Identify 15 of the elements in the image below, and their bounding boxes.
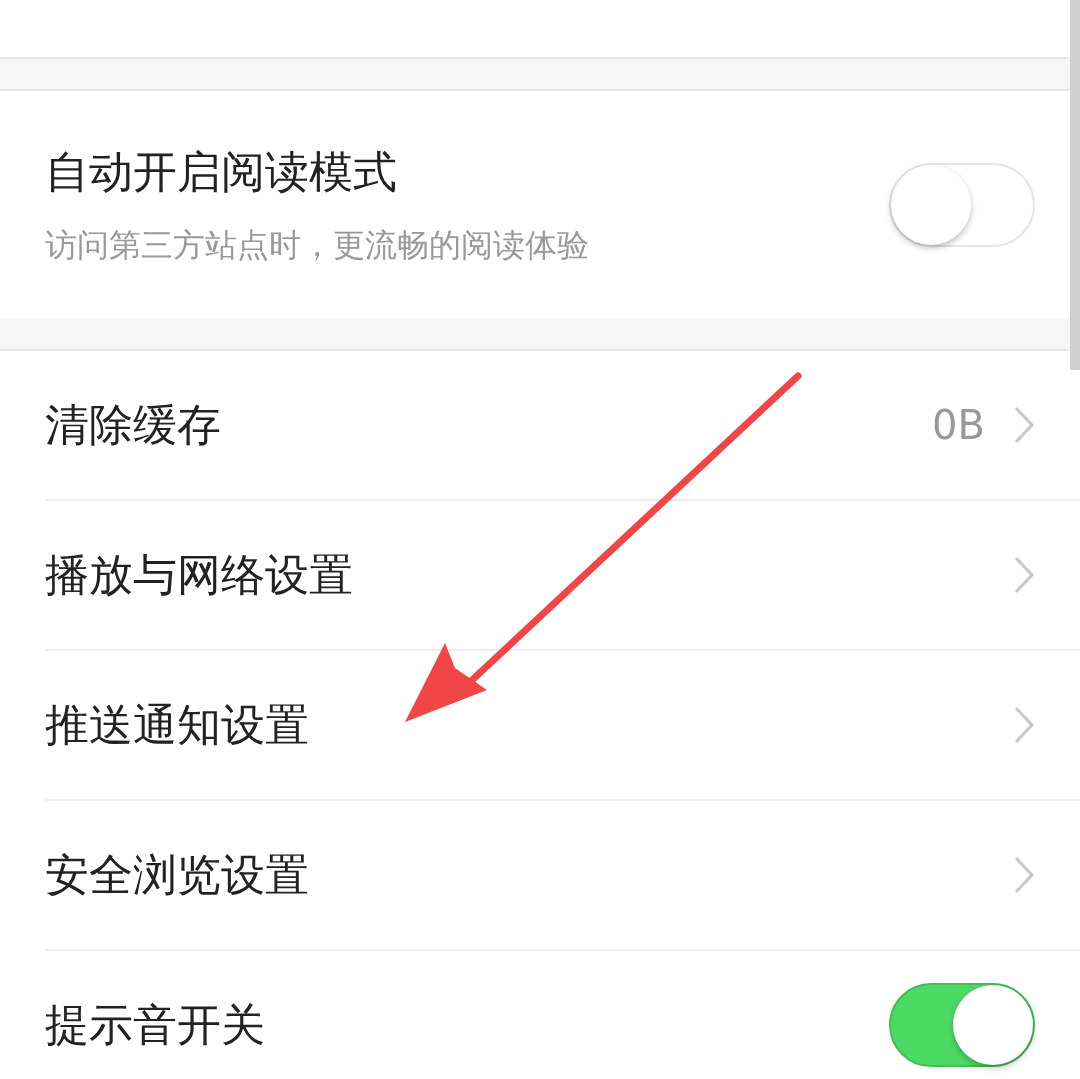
scrollbar[interactable] [1070,0,1080,370]
toggle-switch[interactable] [889,983,1035,1067]
setting-description: 访问第三方站点时，更流畅的阅读体验 [45,224,589,266]
setting-title: 播放与网络设置 [45,547,353,602]
settings-row[interactable] [0,0,1070,59]
chevron-right-icon[interactable] [1013,555,1035,595]
setting-value: 0B [932,402,985,448]
chevron-right-icon[interactable] [1013,855,1035,895]
chevron-right-icon[interactable] [1013,405,1035,445]
chevron-right-icon[interactable] [1013,705,1035,745]
setting-title: 提示音开关 [45,997,265,1052]
setting-title: 自动开启阅读模式 [45,144,398,199]
setting-title: 清除缓存 [45,397,221,452]
setting-title: 安全浏览设置 [45,847,309,902]
setting-title: 推送通知设置 [45,697,309,752]
